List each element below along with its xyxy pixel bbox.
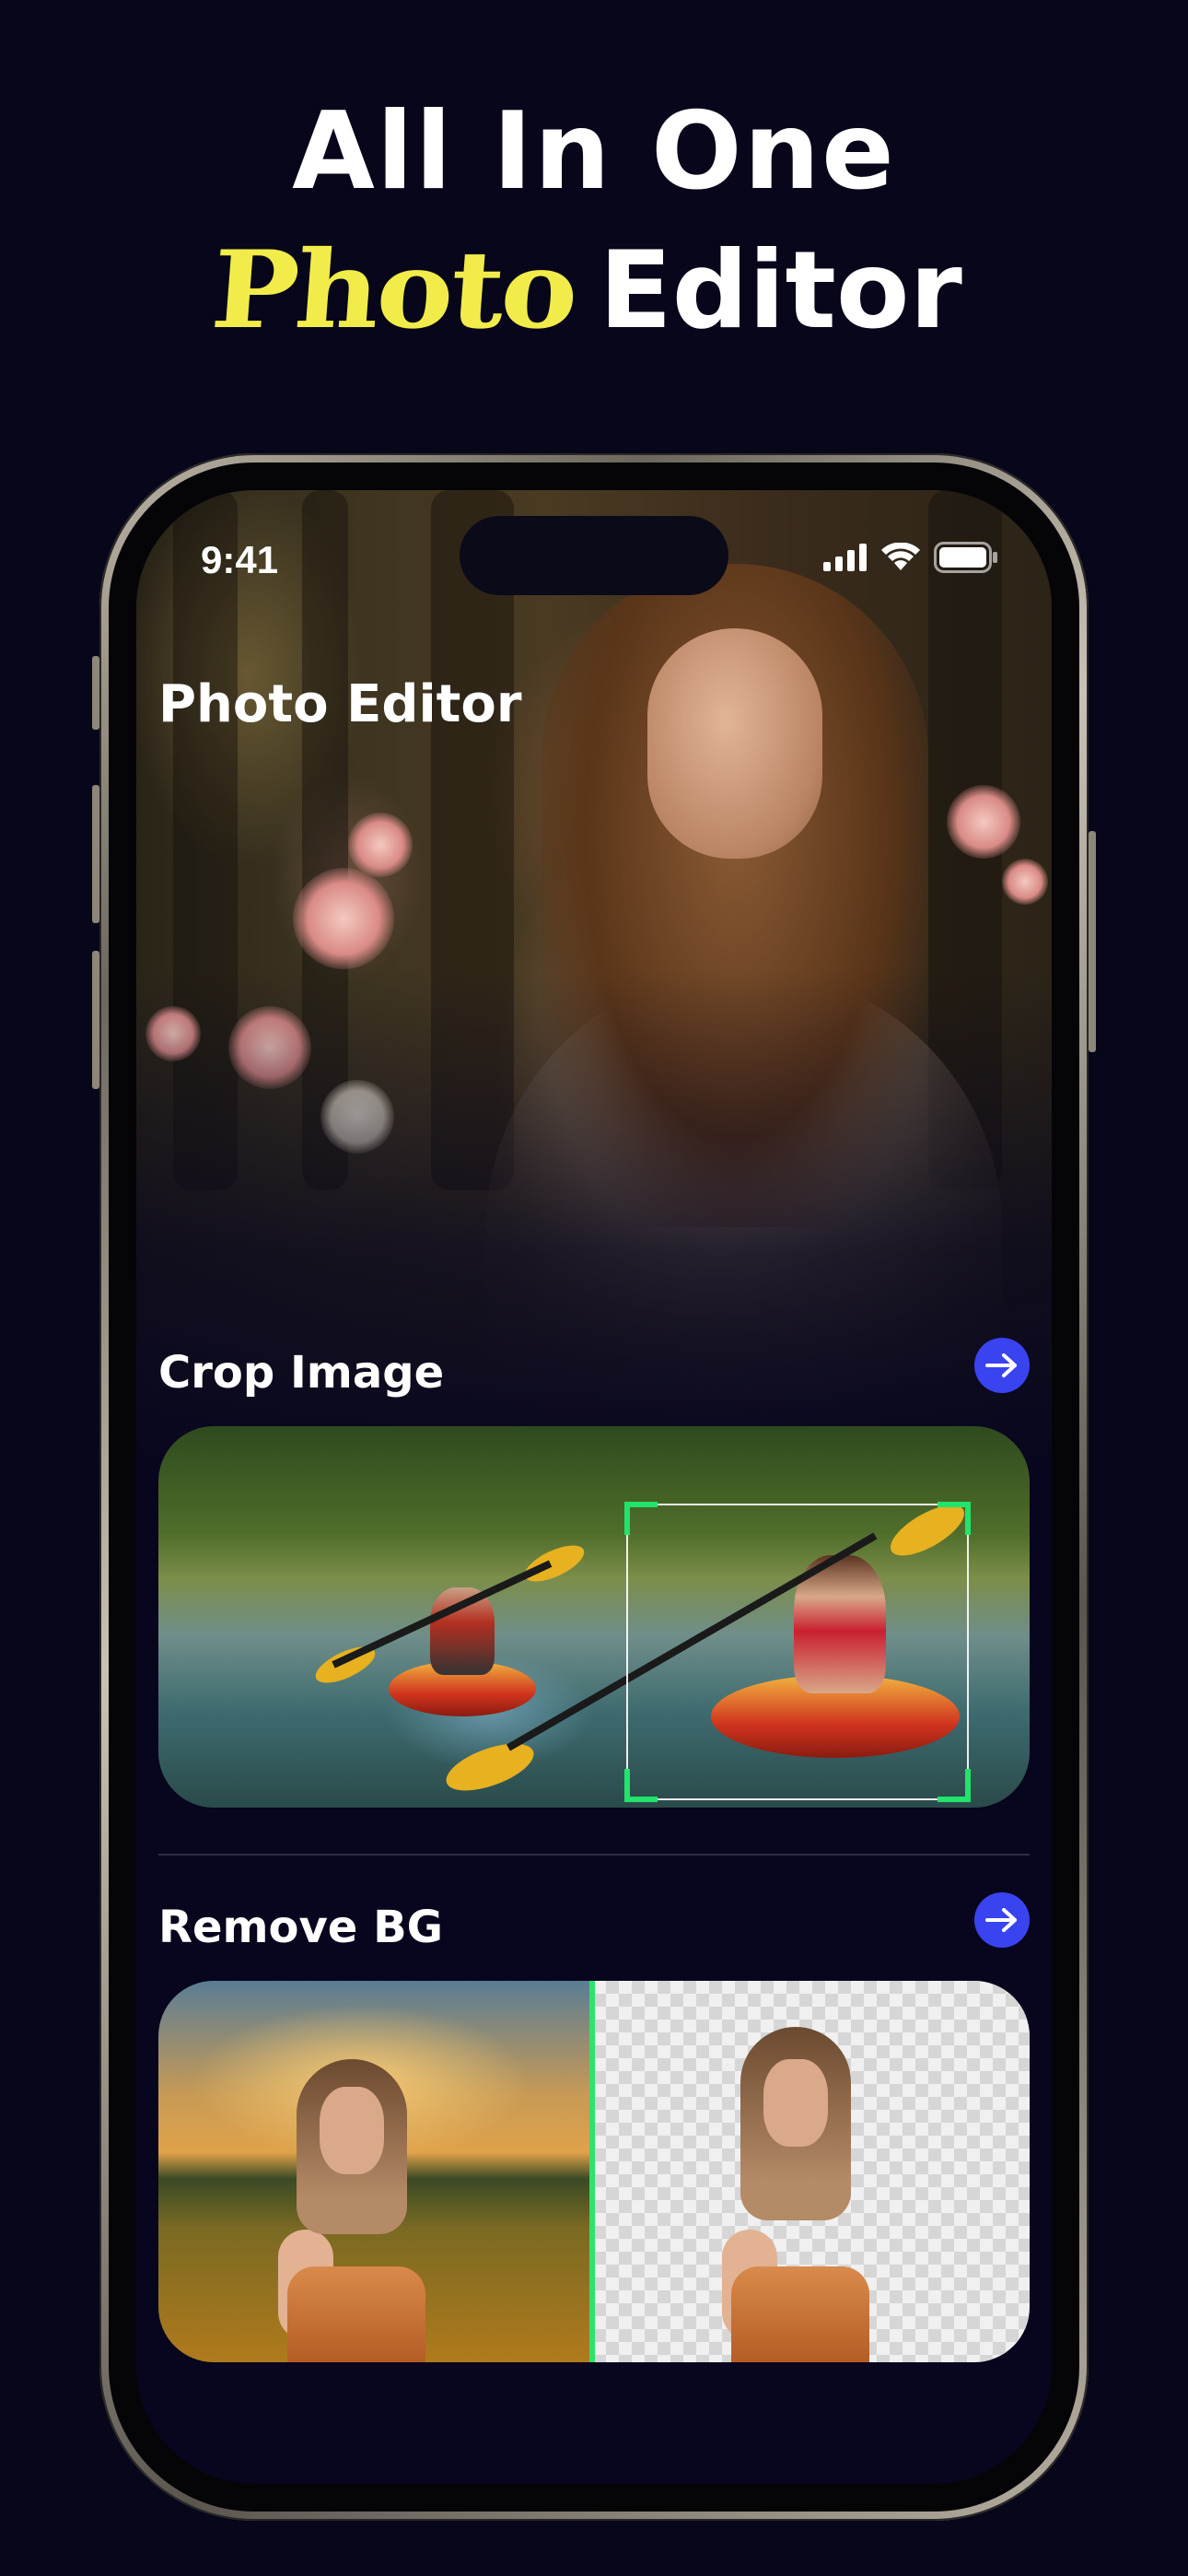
headline-line-1: All In One	[292, 89, 896, 214]
signal-icon	[823, 544, 867, 571]
app-screen: 9:41 Photo Editor Crop Image Remove BG	[136, 490, 1052, 2484]
battery-icon	[934, 542, 997, 573]
headline-line-2: Photo Editor	[0, 221, 1188, 360]
hero-fade	[136, 969, 1052, 1485]
status-time: 9:41	[201, 538, 279, 581]
wifi-icon	[881, 543, 920, 570]
dynamic-island	[460, 516, 728, 595]
action-button	[92, 656, 99, 730]
arrow-right-icon	[985, 1353, 1017, 1377]
arrow-right-icon	[985, 1908, 1017, 1932]
phone-frame: 9:41 Photo Editor Crop Image Remove BG	[92, 453, 1096, 2521]
status-icons	[823, 542, 998, 573]
page-title: Photo Editor	[158, 674, 522, 734]
crop-image-card[interactable]	[158, 1426, 1030, 1808]
headline: All In One Photo Editor	[0, 83, 1188, 360]
remove-bg-arrow-button[interactable]	[974, 1892, 1030, 1948]
volume-down-button	[92, 951, 99, 1089]
crop-image-arrow-button[interactable]	[974, 1338, 1030, 1393]
crop-frame[interactable]	[624, 1502, 971, 1802]
split-handle[interactable]	[589, 1981, 595, 2362]
volume-up-button	[92, 785, 99, 923]
section-title-remove-bg: Remove BG	[158, 1902, 444, 1953]
power-button	[1089, 831, 1096, 1052]
section-divider	[158, 1854, 1030, 1856]
original-photo	[158, 1981, 593, 2362]
headline-accent: Photo	[207, 228, 580, 353]
transparent-result	[593, 1981, 1030, 2362]
headline-rest: Editor	[599, 228, 962, 353]
section-title-crop-image: Crop Image	[158, 1347, 445, 1399]
remove-bg-card[interactable]	[158, 1981, 1030, 2362]
